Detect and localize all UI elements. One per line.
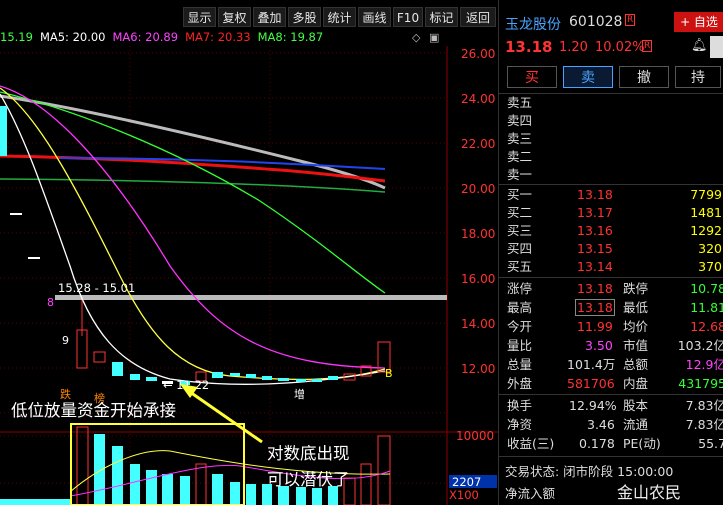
toolbar-button-multi[interactable]: 多股 [288,7,321,27]
order-row-sell1: 卖一 [507,167,533,182]
buy-signal-marker: B [385,367,393,380]
chart-toolbar: 显示 复权 叠加 多股 统计 画线 F10 标记 返回 [0,0,498,30]
trade-status: 交易状态: 闭市阶段 15:00:00 [505,464,674,479]
sell-button[interactable]: 卖 [563,66,613,88]
price-tick: 20.00 [461,182,495,196]
marker-8: 8 [47,296,54,309]
order-row-sell2: 卖二 [507,149,533,164]
cancel-button[interactable]: 撤 [619,66,669,88]
stock-price: 13.18 [505,38,553,56]
legend-toggle-icon[interactable]: ◇ [412,31,420,44]
legend-collapse-icon[interactable]: ▣ [429,31,439,44]
stock-change-pct: 10.02% [595,40,645,55]
ma7-value: MA7: 20.33 [185,30,251,44]
price-tick: 12.00 [461,362,495,376]
annotation-right-line1: 对数底出现 [267,444,350,463]
ma-legend: 15.19 MA5: 20.00 MA6: 20.89 MA7: 20.33 MA8: … [0,30,330,46]
bell-icon[interactable]: 🔔︎ [691,38,708,53]
marker-9: 9 [62,334,69,347]
ma5-value: MA5: 20.00 [39,30,106,44]
stat-row: 今开 11.99 均价 12.68 [507,319,723,334]
tag-marker: 增 [294,387,305,401]
annotation-arrow [189,390,263,444]
ma-first-value: 15.19 [0,30,33,44]
stat-row: 净资 3.46 流通 7.83亿 [507,417,723,432]
buy-button[interactable]: 买 [507,66,557,88]
toolbar-button-f10[interactable]: F10 [393,7,423,27]
ma8-value: MA8: 19.87 [257,30,324,44]
toolbar-button-back[interactable]: 返回 [460,7,496,27]
stock-name: 玉龙股份 [505,17,561,33]
toolbar-button-draw[interactable]: 画线 [358,7,391,27]
toolbar-button-overlay[interactable]: 叠加 [253,7,286,27]
add-favorite-button[interactable]: + 自选 [674,12,723,32]
hold-button[interactable]: 持 [675,66,721,88]
stat-row: 涨停 13.18 跌停 10.78 [507,281,723,296]
price-tick: 24.00 [461,92,495,106]
ma-line-green-flat [0,178,386,193]
ma-line-magenta [0,85,386,369]
toolbar-button-display[interactable]: 显示 [183,7,216,27]
annotation-left: 低位放量资金开始承接 [11,401,176,420]
stat-row: 最高 13.18 最低 11.81 [507,299,723,316]
price-tick: 16.00 [461,272,495,286]
candles [0,106,391,385]
stat-row: 总量 101.4万 总额 12.9亿 [507,357,723,372]
volume-readout: 2207 [452,475,481,489]
order-row-buy4: 买四 13.15 320 [507,241,722,256]
stock-small-badge: R [642,40,653,52]
price-tick: 14.00 [461,317,495,331]
price-tick: 26.00 [461,47,495,61]
kline-chart[interactable]: 26.00 24.00 22.00 20.00 18.00 16.00 14.0… [0,46,498,505]
side-tab-icon[interactable] [710,36,723,58]
order-row-buy2: 买二 13.17 1481 [507,205,722,220]
order-row-sell5: 卖五 [507,95,533,110]
quote-panel: 玉龙股份 601028 R + 自选 13.18 1.20 10.02% R 🔔… [498,0,723,505]
stat-row: 换手 12.94% 股本 7.83亿 [507,398,723,413]
stat-row: 收益(三) 0.178 PE(动) 55.7 [507,436,723,451]
stock-change: 1.20 [559,40,588,55]
ma-line-white [0,93,386,386]
price-tick: 22.00 [461,137,495,151]
range-band [55,295,447,300]
stat-row: 外盘 581706 内盘 431795 [507,376,723,391]
order-row-buy3: 买三 13.16 1292 [507,223,722,238]
order-row-buy5: 买五 13.14 370 [507,259,722,274]
stock-code: 601028 [569,14,623,30]
weibo-watermark: 金山农民 [617,483,682,502]
price-tick: 18.00 [461,227,495,241]
toolbar-button-stats[interactable]: 统计 [323,7,356,27]
ma-line-yellow [0,87,386,381]
volume-tick: 10000 [456,429,494,443]
toolbar-button-mark[interactable]: 标记 [425,7,458,27]
stat-row: 量比 3.50 市值 103.2亿 [507,338,723,353]
net-inflow-label: 净流入额 [505,486,556,501]
order-row-buy1: 买一 13.18 7799 [507,187,722,202]
ma6-value: MA6: 20.89 [112,30,179,44]
annotation-right-line2: 可以潜伏了 [267,470,350,489]
ma-line-green [0,91,386,294]
stock-r-badge: R [625,14,636,26]
order-row-sell3: 卖三 [507,131,533,146]
toolbar-button-adjust[interactable]: 复权 [218,7,251,27]
order-row-sell4: 卖四 [507,113,533,128]
volume-unit: X100 [449,488,479,502]
